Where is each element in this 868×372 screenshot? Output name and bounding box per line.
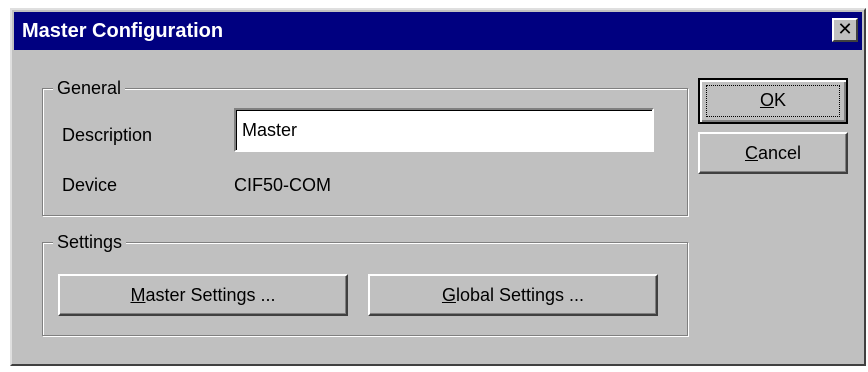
device-label: Device	[62, 175, 118, 195]
ok-button[interactable]: OK	[698, 78, 848, 124]
description-input[interactable]	[234, 108, 654, 152]
close-icon: ✕	[837, 19, 853, 39]
general-group-legend: General	[53, 77, 126, 99]
device-value: CIF50-COM	[234, 175, 332, 195]
master-settings-button[interactable]: Master Settings ...	[58, 274, 348, 316]
master-configuration-dialog: Master Configuration ✕ General Descripti…	[10, 8, 866, 366]
description-label: Description	[62, 125, 153, 145]
cancel-button[interactable]: Cancel	[698, 132, 848, 174]
title-bar[interactable]: Master Configuration ✕	[14, 12, 862, 50]
dialog-title: Master Configuration	[22, 20, 224, 42]
global-settings-button[interactable]: Global Settings ...	[368, 274, 658, 316]
close-button[interactable]: ✕	[832, 18, 858, 42]
settings-group-legend: Settings	[53, 231, 127, 253]
